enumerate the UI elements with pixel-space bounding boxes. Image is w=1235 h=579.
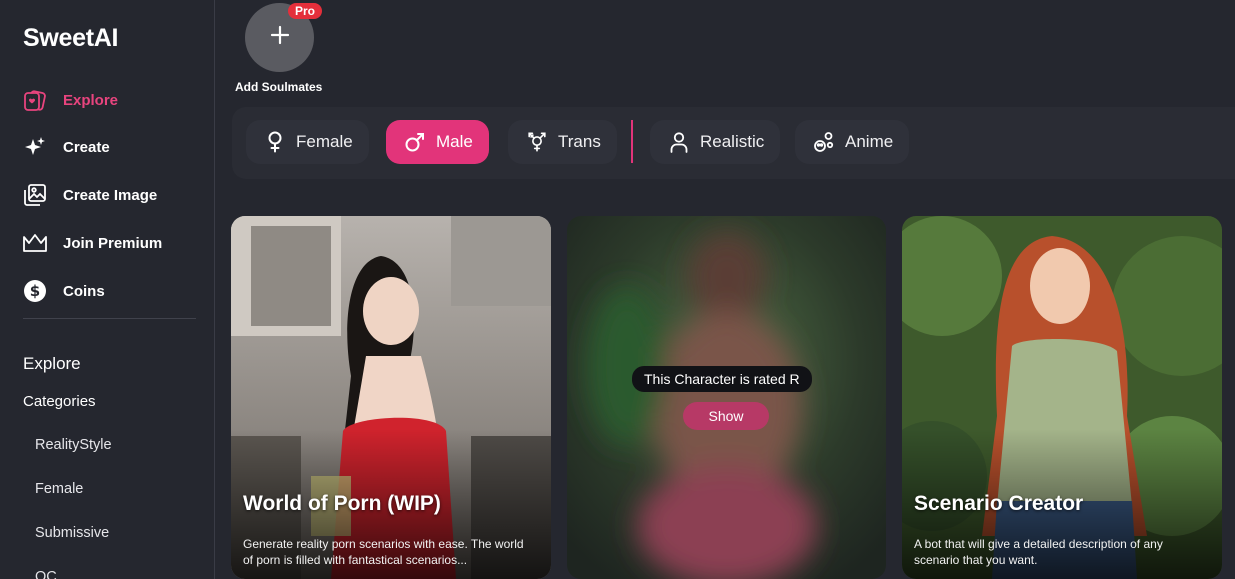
character-card[interactable]: Scenario Creator A bot that will give a … [902,216,1222,579]
dollar-coin-icon: $ [22,278,48,304]
filter-male[interactable]: Male [386,120,489,164]
filter-trans[interactable]: Trans [508,120,617,164]
filter-divider [631,120,633,163]
filter-anime-label: Anime [845,132,894,151]
categories-heading[interactable]: Categories [23,393,96,410]
nav-create-image[interactable]: Create Image [22,181,157,209]
plus-icon [269,24,291,51]
nav-create-label: Create [63,138,110,156]
blurred-character-image [567,216,886,579]
show-button[interactable]: Show [683,402,769,430]
category-item[interactable]: Submissive [35,525,109,541]
filter-female-label: Female [296,132,353,151]
character-card[interactable]: World of Porn (WIP) Generate reality por… [231,216,551,579]
sidebar: SweetAI Explore Create Create Image Join… [0,0,215,579]
sidebar-explore-heading: Explore [23,354,81,373]
sparkle-icon [22,134,48,160]
filter-realistic[interactable]: Realistic [650,120,781,164]
filter-bar: Female Male Trans Realistic Anime [232,107,1235,179]
nav-create-image-label: Create Image [63,186,158,204]
filter-realistic-label: Realistic [700,132,765,151]
character-card-rated[interactable]: This Character is rated R Show [567,216,886,579]
trans-symbol-icon [526,131,548,153]
app-root: SweetAI Explore Create Create Image Join… [0,0,1235,579]
nav-explore[interactable]: Explore [22,86,118,114]
svg-text:$: $ [30,282,40,300]
male-symbol-icon [404,131,426,153]
category-item[interactable]: Female [35,481,83,497]
rated-warning: This Character is rated R [632,366,812,392]
nav-coins[interactable]: $ Coins [22,277,105,305]
card-description: A bot that will give a detailed descript… [914,537,1163,567]
pro-badge: Pro [288,3,323,19]
card-title: World of Porn (WIP) [243,492,441,515]
category-item[interactable]: RealityStyle [35,437,112,453]
nav-coins-label: Coins [63,282,105,300]
person-icon [668,131,690,153]
add-soulmates-label: Add Soulmates [235,80,323,94]
filter-anime[interactable]: Anime [795,120,910,164]
image-icon [22,182,48,208]
add-soulmates: Pro Add Soulmates [234,0,326,100]
brand-logo[interactable]: SweetAI [23,24,118,53]
nav-join-premium-label: Join Premium [63,234,163,252]
filter-male-label: Male [436,132,473,151]
cards-icon [22,87,48,113]
nav-create[interactable]: Create [22,133,110,161]
card-description: Generate reality porn scenarios with eas… [243,537,524,567]
sidebar-divider [23,318,196,319]
anime-icon [813,131,835,153]
crown-icon [22,230,48,256]
card-title: Scenario Creator [914,492,1084,515]
category-item[interactable]: OC [35,569,57,579]
filter-trans-label: Trans [558,132,601,151]
nav-explore-label: Explore [63,91,119,109]
female-symbol-icon [264,131,286,153]
filter-female[interactable]: Female [246,120,369,164]
nav-join-premium[interactable]: Join Premium [22,229,162,257]
